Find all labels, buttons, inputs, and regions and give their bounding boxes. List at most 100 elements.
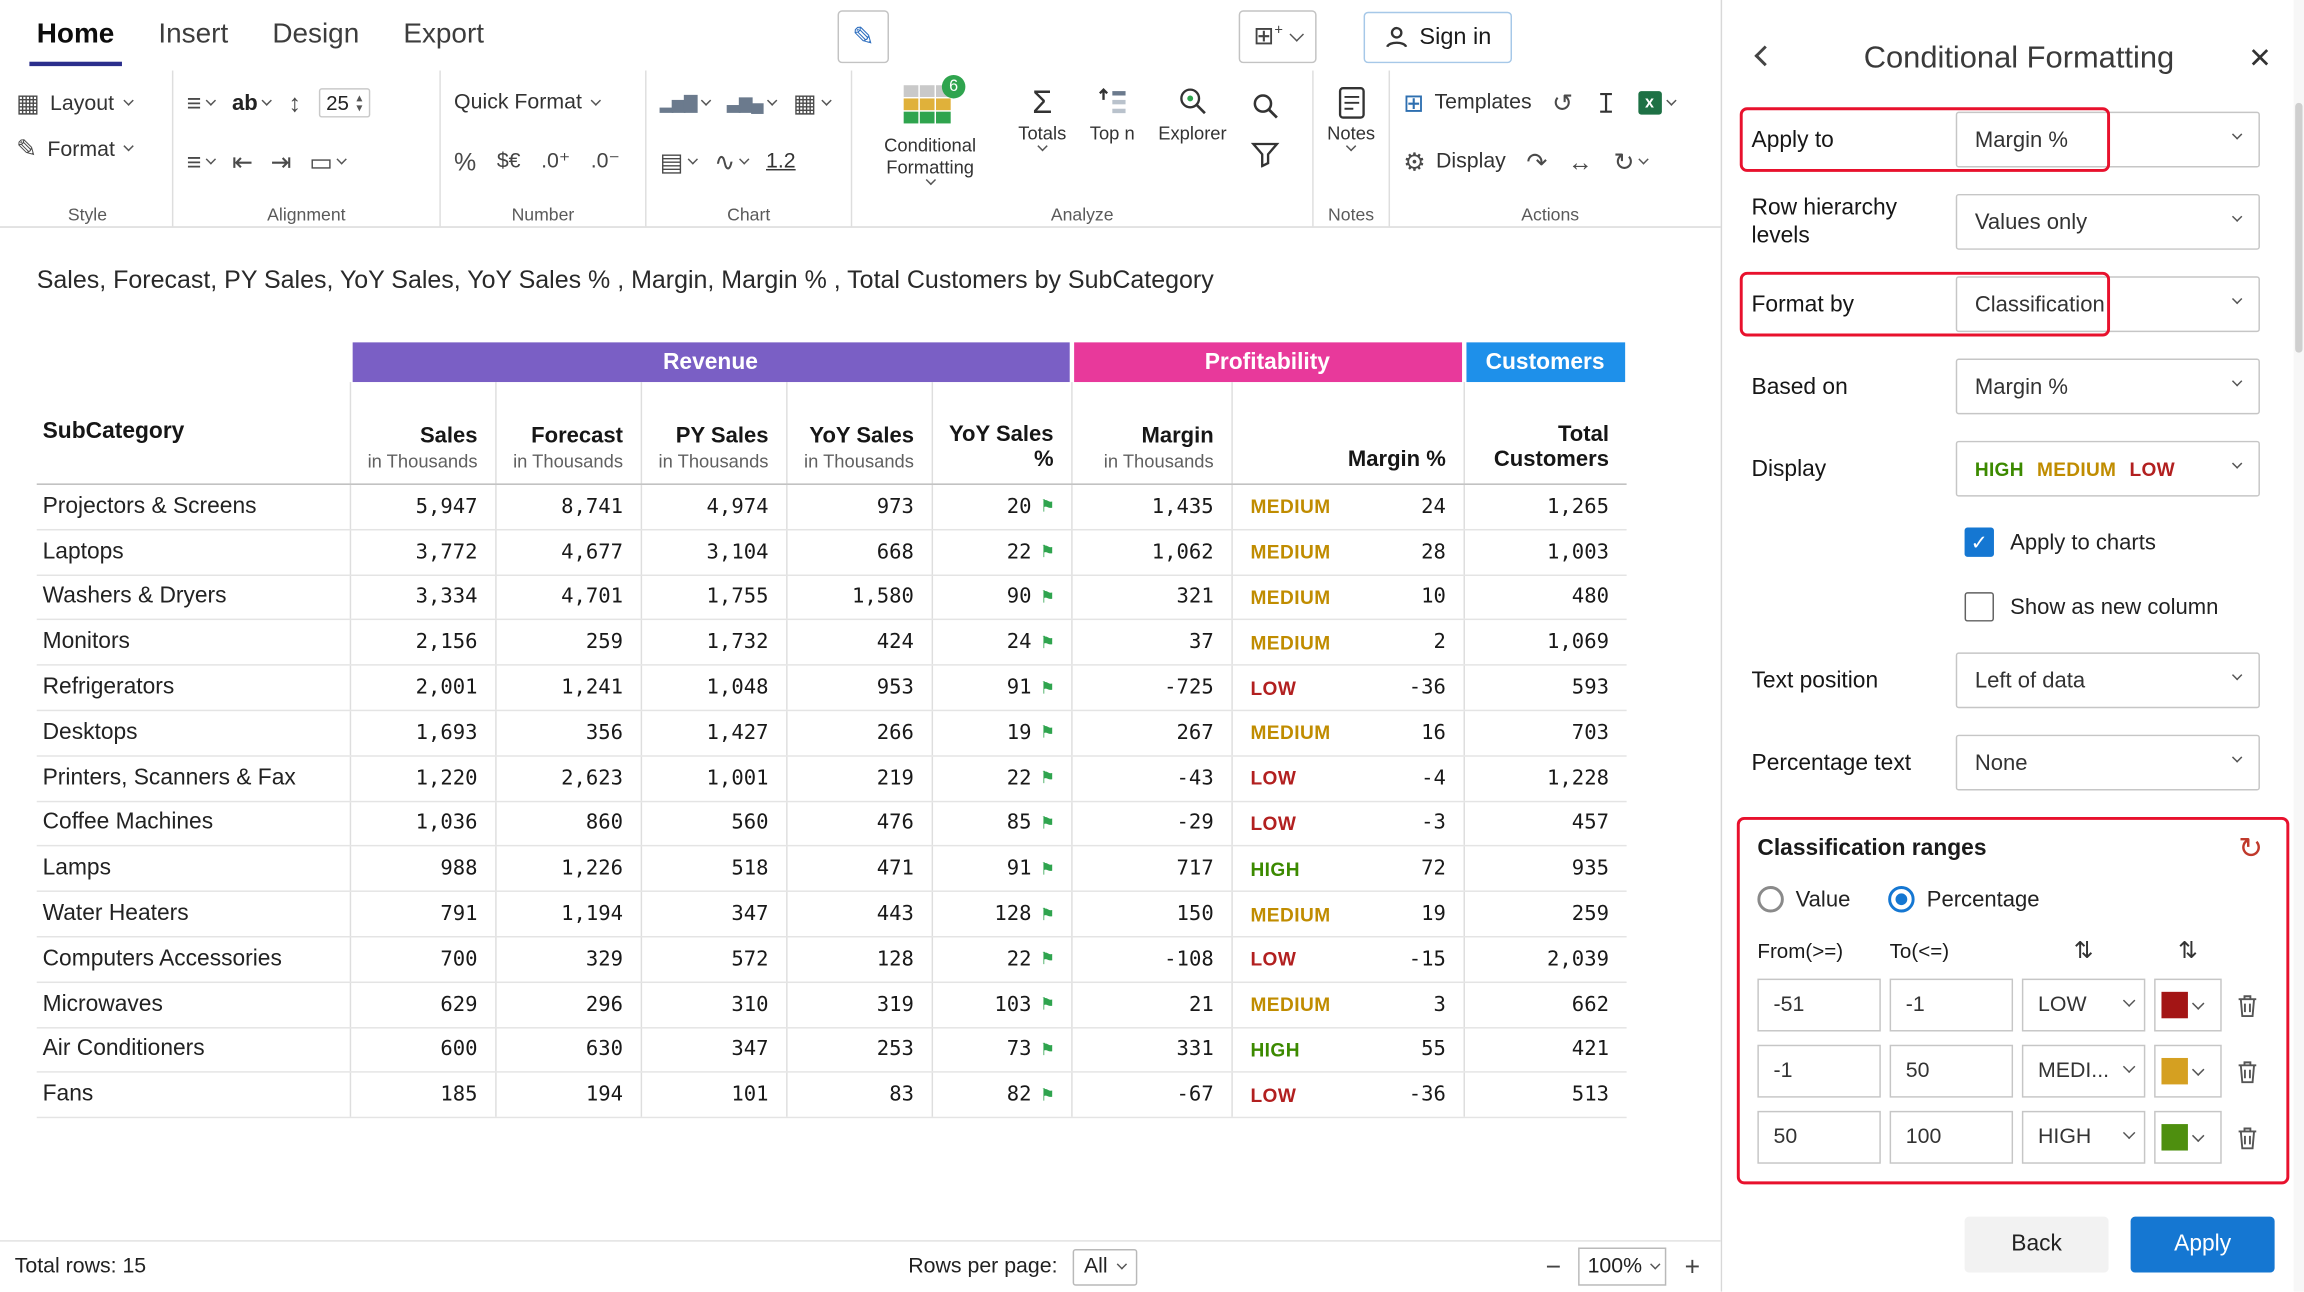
rows-per-page-select[interactable]: All [1072, 1248, 1137, 1285]
row-height-button[interactable]: ↕ [289, 90, 301, 115]
add-visual-button[interactable]: ⊞+ [1239, 10, 1317, 63]
borders-button[interactable]: ▭ [309, 149, 346, 174]
vertical-align-button[interactable]: ≡ [187, 149, 215, 174]
selected-radio-icon[interactable] [1889, 886, 1915, 912]
delete-range-button[interactable] [2231, 1125, 2263, 1150]
column-header-py-sales[interactable]: PY Salesin Thousands [641, 382, 786, 483]
sign-in-button[interactable]: Sign in [1364, 12, 1512, 63]
scrollbar-thumb[interactable] [2295, 103, 2302, 353]
based-on-dropdown[interactable]: Margin % [1956, 359, 2260, 415]
range-color-select[interactable] [2154, 1111, 2222, 1164]
close-icon[interactable]: ✕ [2248, 43, 2271, 77]
column-group-profitability[interactable]: Profitability [1073, 342, 1461, 382]
subcategory-cell[interactable]: Projectors & Screens [37, 485, 350, 529]
table-row[interactable]: Water Heaters7911,194347443128⚑150MEDIUM… [37, 892, 1627, 937]
unchecked-checkbox-icon[interactable] [1965, 592, 1994, 621]
redo-button[interactable]: ↷ [1526, 149, 1547, 174]
table-row[interactable]: Fans1851941018382⚑-67LOW-36513 [37, 1073, 1627, 1118]
zoom-out-button[interactable]: − [1546, 1251, 1561, 1282]
layout-button[interactable]: ▦ Layout [16, 91, 159, 116]
table-row[interactable]: Projectors & Screens5,9478,7414,97497320… [37, 485, 1627, 530]
subcategory-cell[interactable]: Coffee Machines [37, 802, 350, 846]
quick-format-button[interactable]: Quick Format [454, 91, 599, 115]
panel-scrollbar[interactable] [2294, 0, 2304, 1292]
subcategory-cell[interactable]: Microwaves [37, 983, 350, 1027]
table-row[interactable]: Desktops1,6933561,42726619⚑267MEDIUM1670… [37, 711, 1627, 756]
tab-export[interactable]: Export [381, 0, 506, 71]
column-header-sales[interactable]: Salesin Thousands [350, 382, 495, 483]
range-color-select[interactable] [2154, 979, 2222, 1032]
zoom-in-button[interactable]: + [1685, 1251, 1700, 1282]
table-row[interactable]: Laptops3,7724,6773,10466822⚑1,062MEDIUM2… [37, 530, 1627, 575]
range-label-select[interactable]: HIGH [2022, 1111, 2145, 1164]
edit-mode-button[interactable]: ✎ [838, 10, 890, 63]
tab-design[interactable]: Design [250, 0, 381, 71]
table-row[interactable]: Monitors2,1562591,73242424⚑37MEDIUM21,06… [37, 621, 1627, 666]
unselected-radio-icon[interactable] [1757, 886, 1783, 912]
table-row[interactable]: Air Conditioners60063034725373⚑331HIGH55… [37, 1028, 1627, 1073]
percentage-text-dropdown[interactable]: None [1956, 735, 2260, 791]
apply-to-dropdown[interactable]: Margin % [1956, 112, 2260, 168]
range-to-input[interactable]: -1 [1890, 979, 2013, 1032]
display-dropdown[interactable]: HIGHMEDIUMLOW [1956, 441, 2260, 497]
table-row[interactable]: Computers Accessories70032957212822⚑-108… [37, 937, 1627, 982]
table-row[interactable]: Printers, Scanners & Fax1,2202,6231,0012… [37, 756, 1627, 801]
format-button[interactable]: ✎ Format [16, 137, 159, 162]
tab-insert[interactable]: Insert [136, 0, 250, 71]
chart-grid-button[interactable]: ▦ [793, 90, 830, 115]
column-header-forecast[interactable]: Forecastin Thousands [495, 382, 640, 483]
chart-line-button[interactable]: ∿ [714, 149, 748, 174]
sort-labels-icon[interactable]: ⇅ [2022, 936, 2145, 965]
column-group-revenue[interactable]: Revenue [352, 342, 1069, 382]
range-from-input[interactable]: 50 [1757, 1111, 1880, 1164]
subcategory-cell[interactable]: Desktops [37, 711, 350, 755]
templates-button[interactable]: ⊞ Templates [1403, 90, 1531, 115]
format-by-dropdown[interactable]: Classification [1956, 276, 2260, 332]
table-row[interactable]: Lamps9881,22651847191⚑717HIGH72935 [37, 847, 1627, 892]
ruler-button[interactable] [1594, 91, 1618, 115]
delete-range-button[interactable] [2231, 1059, 2263, 1084]
table-row[interactable]: Coffee Machines1,03686056047685⚑-29LOW-3… [37, 802, 1627, 847]
subcategory-cell[interactable]: Fans [37, 1073, 350, 1117]
search-icon[interactable] [1250, 91, 1279, 120]
subcategory-cell[interactable]: Lamps [37, 847, 350, 891]
indent-increase-button[interactable]: ⇥ [271, 149, 292, 174]
delete-range-button[interactable] [2231, 993, 2263, 1018]
chart-decimals-button[interactable]: 1.2 [766, 150, 796, 174]
currency-format-button[interactable]: $€ [497, 150, 521, 174]
table-row[interactable]: Microwaves629296310319103⚑21MEDIUM3662 [37, 983, 1627, 1028]
subcategory-cell[interactable]: Computers Accessories [37, 937, 350, 981]
export-excel-button[interactable]: x [1638, 91, 1675, 115]
subcategory-cell[interactable]: Monitors [37, 621, 350, 665]
back-button[interactable]: Back [1965, 1217, 2109, 1273]
column-header-subcategory[interactable]: SubCategory [37, 382, 350, 483]
percent-format-button[interactable]: % [454, 149, 476, 174]
subcategory-cell[interactable]: Water Heaters [37, 892, 350, 936]
row-height-stepper[interactable]: 25 ▴▾ [319, 88, 370, 117]
subcategory-cell[interactable]: Washers & Dryers [37, 575, 350, 619]
subcategory-cell[interactable]: Printers, Scanners & Fax [37, 756, 350, 800]
undo-button[interactable]: ↺ [1552, 90, 1573, 115]
decrease-decimals-button[interactable]: .0⁻ [591, 150, 620, 174]
subcategory-cell[interactable]: Refrigerators [37, 666, 350, 710]
chart-area-button[interactable]: ▤ [660, 149, 697, 174]
display-button[interactable]: ⚙ Display [1403, 149, 1506, 174]
explorer-button[interactable]: Explorer [1158, 85, 1226, 145]
increase-decimals-button[interactable]: .0⁺ [541, 150, 570, 174]
text-position-dropdown[interactable]: Left of data [1956, 652, 2260, 708]
chart-type-button[interactable]: ▂▅▇ [660, 93, 710, 114]
text-style-button[interactable]: ab [232, 90, 271, 115]
range-to-input[interactable]: 50 [1890, 1045, 2013, 1098]
top-n-button[interactable]: Top n [1090, 85, 1135, 145]
checkbox-show-as-new-column[interactable]: Show as new column [1752, 588, 2260, 626]
column-header-margin[interactable]: Marginin Thousands [1071, 382, 1231, 483]
tab-home[interactable]: Home [15, 0, 137, 71]
sort-colors-icon[interactable]: ⇅ [2154, 936, 2222, 965]
range-from-input[interactable]: -1 [1757, 1045, 1880, 1098]
text-align-button[interactable]: ≡ [187, 90, 215, 115]
filter-icon[interactable] [1250, 141, 1279, 167]
reset-ranges-icon[interactable]: ↻ [2238, 835, 2269, 864]
radio-value[interactable]: Value [1757, 886, 1850, 912]
conditional-formatting-button[interactable]: 6 Conditional Formatting [865, 85, 994, 183]
chart-series-button[interactable]: ▃▆▄ [727, 93, 775, 114]
